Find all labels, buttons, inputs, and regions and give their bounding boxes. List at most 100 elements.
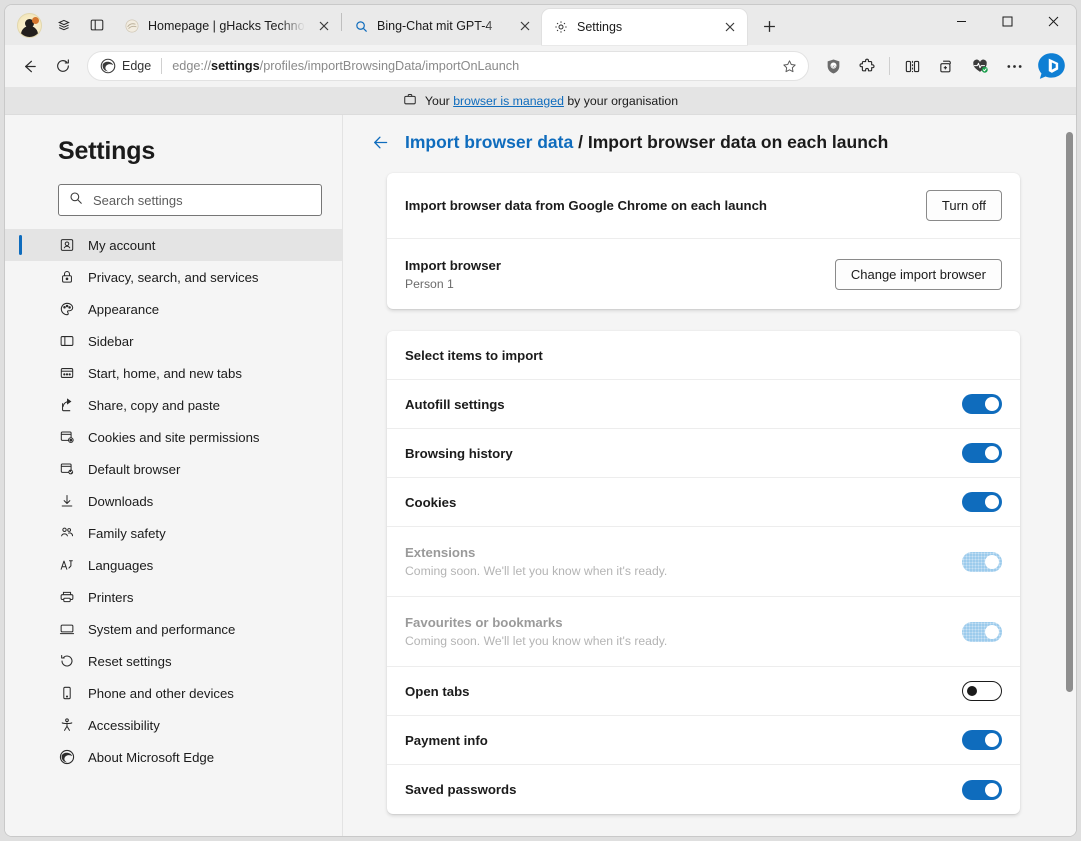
sidebar-item-share-copy-paste[interactable]: Share, copy and paste <box>5 389 342 421</box>
tab-settings[interactable]: Settings <box>542 9 747 45</box>
bing-chat-icon[interactable] <box>1034 49 1068 83</box>
search-settings-wrapper <box>5 184 342 216</box>
sidebar-item-reset-settings[interactable]: Reset settings <box>5 645 342 677</box>
breadcrumb-text: Import browser data / Import browser dat… <box>405 132 888 153</box>
toggle-open-tabs[interactable] <box>962 681 1002 701</box>
item-label: Autofill settings <box>405 396 505 412</box>
default-browser-icon <box>58 461 75 478</box>
managed-banner-link[interactable]: browser is managed <box>453 94 564 108</box>
languages-icon <box>58 557 75 574</box>
search-icon <box>353 18 369 34</box>
tab-bing-chat[interactable]: Bing-Chat mit GPT-4 <box>342 9 542 43</box>
change-import-browser-button[interactable]: Change import browser <box>834 258 1002 290</box>
profile-avatar-button[interactable] <box>13 9 45 41</box>
search-settings-box[interactable] <box>58 184 322 216</box>
account-icon <box>58 237 75 254</box>
reset-icon <box>58 653 75 670</box>
sidebar-item-appearance[interactable]: Appearance <box>5 293 342 325</box>
tab-close-icon[interactable] <box>313 15 335 37</box>
tab-title: Settings <box>577 20 623 34</box>
toggle-saved-passwords[interactable] <box>962 779 1002 800</box>
select-items-heading-row: Select items to import <box>387 331 1020 380</box>
tab-ghacks[interactable]: Homepage | gHacks Technology <box>113 9 341 43</box>
edge-site-badge: Edge <box>100 58 151 74</box>
maximize-button[interactable] <box>984 5 1030 37</box>
favorite-star-icon[interactable] <box>776 53 802 79</box>
sidebar-item-about-edge[interactable]: About Microsoft Edge <box>5 741 342 773</box>
edge-badge-label: Edge <box>122 59 152 73</box>
sidebar-item-label: Cookies and site permissions <box>88 429 260 445</box>
sidebar-item-default-browser[interactable]: Default browser <box>5 453 342 485</box>
sidebar-item-label: My account <box>88 237 156 253</box>
item-label: Open tabs <box>405 683 470 699</box>
search-input[interactable] <box>93 192 311 208</box>
sidebar-item-phone-devices[interactable]: Phone and other devices <box>5 677 342 709</box>
back-button[interactable] <box>13 50 45 82</box>
item-label: Extensions <box>405 545 476 560</box>
tab-close-icon[interactable] <box>514 15 536 37</box>
toggle-autofill-settings[interactable] <box>962 394 1002 414</box>
turn-off-button[interactable]: Turn off <box>925 190 1002 221</box>
sidebar-item-printers[interactable]: Printers <box>5 581 342 613</box>
omnibox-divider <box>161 58 163 74</box>
page-title: Settings <box>58 137 156 165</box>
breadcrumb-parent-link[interactable]: Import browser data <box>405 132 573 152</box>
item-sublabel: Coming soon. We'll let you know when it'… <box>405 564 668 578</box>
accessibility-icon <box>58 717 75 734</box>
refresh-button[interactable] <box>47 50 79 82</box>
sidebar-item-languages[interactable]: Languages <box>5 549 342 581</box>
back-arrow-icon[interactable] <box>369 131 391 153</box>
content-scrollbar[interactable] <box>1066 132 1073 772</box>
new-tab-button[interactable] <box>753 10 785 42</box>
import-browser-row: Import browser Person 1 Change import br… <box>387 239 1020 309</box>
minimize-button[interactable] <box>938 5 984 37</box>
toggle-favourites-bookmarks <box>962 621 1002 642</box>
gear-icon <box>553 19 569 35</box>
sidebar-item-sidebar[interactable]: Sidebar <box>5 325 342 357</box>
toolbar-divider <box>889 57 890 75</box>
toggle-cookies[interactable] <box>962 492 1002 512</box>
ublock-shield-icon[interactable]: uo <box>817 50 849 82</box>
managed-browser-banner: Your browser is managed by your organisa… <box>5 87 1076 115</box>
sidebar-item-downloads[interactable]: Downloads <box>5 485 342 517</box>
more-options-icon[interactable] <box>998 50 1030 82</box>
sidebar-item-family-safety[interactable]: Family safety <box>5 517 342 549</box>
navigation-toolbar: Edge edge://settings/profiles/importBrow… <box>5 45 1076 87</box>
toggle-payment-info[interactable] <box>962 730 1002 750</box>
close-button[interactable] <box>1030 5 1076 37</box>
tab-title: Homepage | gHacks Technology <box>148 19 305 33</box>
settings-sidebar: Settings Search settings My account Priv… <box>5 115 343 836</box>
family-icon <box>58 525 75 542</box>
extensions-puzzle-icon[interactable] <box>851 50 883 82</box>
item-row-favourites: Favourites or bookmarks Coming soon. We'… <box>387 597 1020 667</box>
tab-title: Bing-Chat mit GPT-4 <box>377 19 493 33</box>
tab-close-icon[interactable] <box>719 16 741 38</box>
collections-icon[interactable] <box>930 50 962 82</box>
item-row-saved-passwords: Saved passwords <box>387 765 1020 814</box>
sidebar-item-label: System and performance <box>88 621 236 637</box>
split-screen-icon[interactable] <box>896 50 928 82</box>
tab-strip: Homepage | gHacks Technology Bing-Chat m… <box>5 5 1076 45</box>
edge-logo-icon <box>100 58 116 74</box>
browser-essentials-icon[interactable] <box>964 50 996 82</box>
sidebar-item-system-performance[interactable]: System and performance <box>5 613 342 645</box>
sidebar-item-accessibility[interactable]: Accessibility <box>5 709 342 741</box>
item-label: Browsing history <box>405 445 513 461</box>
scrollbar-thumb[interactable] <box>1066 132 1073 692</box>
tab-pane-icon[interactable] <box>81 9 113 41</box>
window-controls <box>938 5 1076 45</box>
sidebar-item-cookies[interactable]: Cookies and site permissions <box>5 421 342 453</box>
share-icon <box>58 397 75 414</box>
breadcrumb: Import browser data / Import browser dat… <box>367 131 1050 153</box>
sidebar-item-privacy[interactable]: Privacy, search, and services <box>5 261 342 293</box>
sidebar-item-my-account[interactable]: My account <box>5 229 342 261</box>
tab-actions-icon[interactable] <box>47 9 79 41</box>
search-icon <box>69 191 83 210</box>
sidebar-item-label: Accessibility <box>88 717 160 733</box>
select-items-heading: Select items to import <box>405 347 543 363</box>
sidebar-item-start-home[interactable]: Start, home, and new tabs <box>5 357 342 389</box>
avatar <box>16 12 42 38</box>
toggle-browsing-history[interactable] <box>962 443 1002 463</box>
address-bar[interactable]: Edge edge://settings/profiles/importBrow… <box>87 51 809 81</box>
item-label: Payment info <box>405 732 488 748</box>
